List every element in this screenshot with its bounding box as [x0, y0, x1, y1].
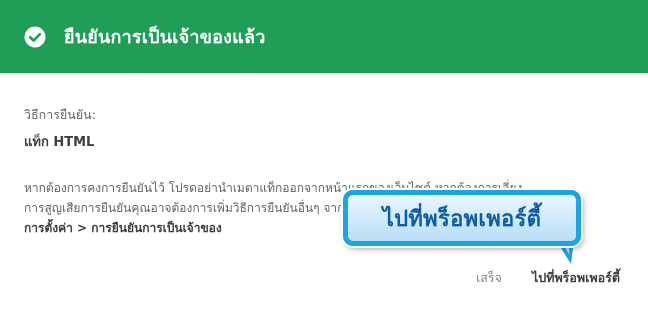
method-label: วิธีการยืนยัน: — [24, 107, 96, 122]
check-circle-icon — [24, 26, 46, 48]
callout-tooltip: ไปที่พร็อพเพอร์ตี้ — [343, 190, 581, 246]
method-value: แท็ก HTML — [24, 135, 95, 150]
verification-method: วิธีการยืนยัน: แท็ก HTML — [24, 105, 624, 152]
verification-dialog: ยืนยันการเป็นเจ้าของแล้ว วิธีการยืนยัน: … — [0, 0, 648, 313]
dialog-title: ยืนยันการเป็นเจ้าของแล้ว — [64, 27, 266, 48]
dialog-header: ยืนยันการเป็นเจ้าของแล้ว — [0, 0, 648, 73]
callout-text: ไปที่พร็อพเพอร์ตี้ — [382, 206, 542, 232]
done-button[interactable]: เสร็จ — [476, 268, 502, 288]
